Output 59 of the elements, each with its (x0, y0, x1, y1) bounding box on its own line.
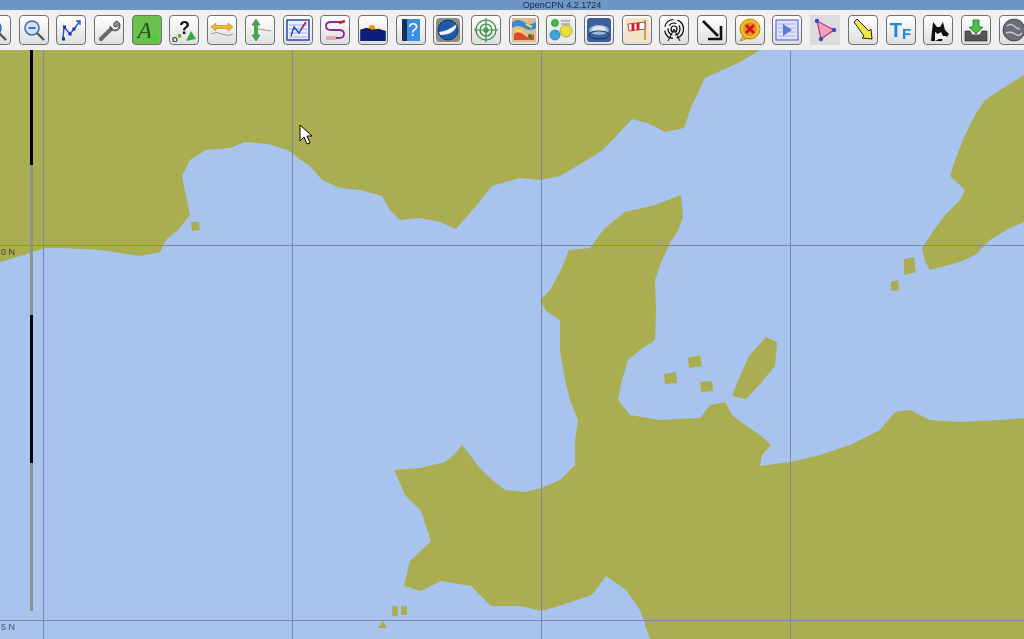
target-button[interactable] (470, 15, 501, 45)
arrow-icon (700, 18, 725, 42)
plus-icon (149, 33, 159, 42)
weather-map-icon (511, 18, 536, 42)
route-list-icon (285, 18, 310, 42)
globe-icon (1001, 18, 1024, 42)
chart-disk-button[interactable] (584, 15, 614, 45)
download-button[interactable] (960, 15, 991, 45)
pointer-button[interactable] (847, 15, 878, 45)
alert-button[interactable] (734, 15, 765, 45)
wind-button[interactable] (621, 15, 652, 45)
play-icon (775, 18, 800, 42)
route-manager-button[interactable] (282, 15, 313, 45)
sunset-icon (359, 25, 386, 41)
wrench-icon (97, 18, 122, 42)
player-button[interactable] (772, 15, 803, 45)
latitude-label: 0 N (1, 247, 15, 257)
window-title: OpenCPN 4.2.1724 (521, 0, 602, 10)
island (732, 337, 777, 399)
dashboard-button[interactable] (546, 15, 577, 45)
zoom-out-button[interactable] (18, 15, 49, 45)
arrow-button[interactable] (697, 15, 728, 45)
globe-button[interactable] (433, 15, 464, 45)
island (700, 381, 713, 392)
cross-badge-icon (737, 18, 762, 42)
track-button[interactable] (320, 15, 351, 45)
annotate-button[interactable]: A (131, 15, 162, 45)
span-button[interactable] (207, 15, 238, 45)
radar-button[interactable] (659, 15, 690, 45)
query-button[interactable]: ? (169, 15, 200, 45)
depth-button[interactable] (244, 15, 275, 45)
settings-button[interactable] (94, 15, 125, 45)
radar-rings-icon (662, 18, 687, 42)
zoom-out-icon (21, 18, 46, 42)
font-button[interactable]: T$_{F}$ (885, 15, 916, 45)
book-icon (401, 19, 420, 41)
island (688, 355, 702, 368)
island (191, 222, 200, 231)
latitude-label: 5 N (1, 622, 15, 632)
polygon-button[interactable] (810, 15, 841, 45)
download-icon (963, 18, 988, 42)
mouse-pointer-icon (299, 124, 313, 145)
dog-button[interactable] (923, 15, 954, 45)
waypoint-dots-icon (172, 33, 183, 42)
island (891, 280, 899, 291)
tides-button[interactable] (357, 15, 388, 45)
help-button[interactable]: ? (395, 15, 426, 45)
globe-button[interactable] (998, 15, 1024, 45)
island (904, 257, 916, 275)
dashboard-icon (549, 18, 574, 42)
island (664, 372, 677, 384)
windsock-icon (624, 18, 649, 42)
route-line-icon (59, 18, 84, 42)
target-icon (473, 18, 498, 42)
track-curve-icon (323, 18, 348, 42)
globe-icon (436, 18, 461, 42)
triangle-icon (813, 18, 838, 42)
route-button[interactable] (56, 15, 87, 45)
weather-button[interactable] (508, 15, 539, 45)
